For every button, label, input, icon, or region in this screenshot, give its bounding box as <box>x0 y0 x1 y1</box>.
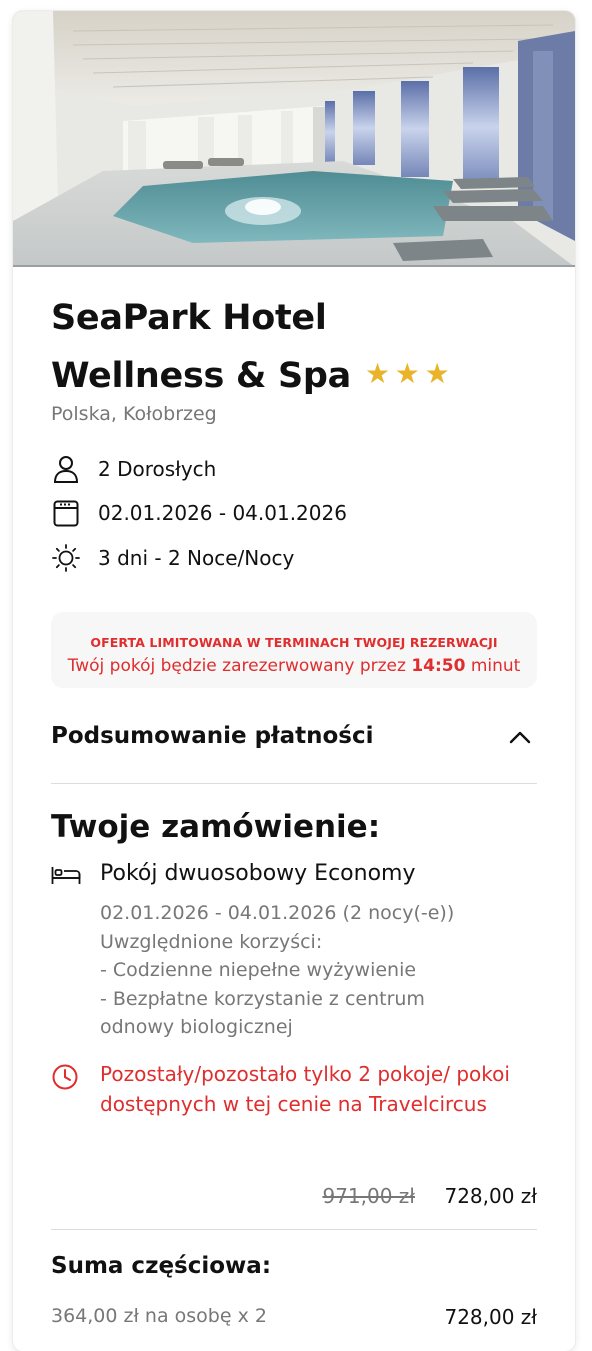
subtotal-amount: 728,00 zł <box>444 1305 537 1329</box>
subtotal-title: Suma częściowa: <box>51 1253 272 1279</box>
payment-summary-toggle[interactable]: Podsumowanie płatności <box>51 713 537 765</box>
benefits-label: Uwzględnione korzyści: <box>100 930 323 953</box>
benefit-item: - Bezpłatne korzystanie z centrum <box>100 987 425 1010</box>
star-icon: ★ <box>424 357 450 390</box>
room-dates: 02.01.2026 - 04.01.2026 (2 nocy(-e)) <box>100 902 455 924</box>
alert-text-before: Twój pokój będzie zarezerwowany przez <box>67 656 412 676</box>
countdown-timer: 14:50 <box>411 656 466 676</box>
alert-countdown-text: Twój pokój będzie zarezerwowany przez 14… <box>51 656 537 676</box>
hotel-photo <box>13 11 575 267</box>
star-rating: ★ ★ ★ <box>365 345 454 399</box>
limited-offer-alert: OFERTA LIMITOWANA W TERMINACH TWOJEJ REZ… <box>51 612 537 688</box>
duration-row: 3 dni - 2 Noce/Nocy <box>51 543 537 573</box>
dates-text: 02.01.2026 - 04.01.2026 <box>98 501 347 525</box>
person-icon <box>51 454 81 484</box>
hotel-name-line-2: Wellness & Spa <box>51 356 351 396</box>
bed-icon <box>51 865 81 885</box>
alert-headline: OFERTA LIMITOWANA W TERMINACH TWOJEJ REZ… <box>90 635 498 650</box>
hotel-summary-card: SeaPark Hotel Wellness & Spa ★ ★ ★ Polska, … <box>13 11 575 1351</box>
old-price: 971,00 zł <box>322 1184 415 1208</box>
star-icon: ★ <box>364 357 390 390</box>
subtotal-row: 364,00 zł na osobę x 2 728,00 zł <box>51 1305 537 1335</box>
dates-row: 02.01.2026 - 04.01.2026 <box>51 498 537 528</box>
alert-text-after: minut <box>465 656 521 676</box>
benefit-item-continued: odnowy biologicznej <box>100 1016 293 1038</box>
room-name: Pokój dwuosobowy Economy <box>100 861 416 886</box>
hotel-name: SeaPark Hotel Wellness & Spa ★ ★ ★ <box>51 291 537 403</box>
star-icon: ★ <box>394 357 420 390</box>
calendar-icon <box>51 498 81 528</box>
new-price: 728,00 zł <box>444 1184 537 1208</box>
availability-warning-text: Pozostały/pozostało tylko 2 pokoje/ poko… <box>100 1062 510 1116</box>
subtotal-per-person: 364,00 zł na osobę x 2 <box>51 1305 267 1327</box>
guests-text: 2 Dorosłych <box>98 457 217 481</box>
chevron-up-icon[interactable] <box>507 725 533 751</box>
divider <box>51 783 537 784</box>
hotel-location: Polska, Kołobrzeg <box>51 403 217 425</box>
room-price-row: 971,00 zł 728,00 zł <box>51 1182 537 1212</box>
divider <box>51 1229 537 1230</box>
payment-summary-title: Podsumowanie płatności <box>51 723 374 749</box>
duration-text: 3 dni - 2 Noce/Nocy <box>98 546 295 570</box>
clock-icon <box>52 1064 78 1090</box>
order-title: Twoje zamówienie: <box>51 809 381 845</box>
room-details: 02.01.2026 - 04.01.2026 (2 nocy(-e)) Uwz… <box>100 899 454 1042</box>
benefit-item: - Codzienne niepełne wyżywienie <box>100 959 417 981</box>
sun-icon <box>51 543 81 573</box>
hotel-name-line-1: SeaPark Hotel <box>51 298 327 338</box>
guests-row: 2 Dorosłych <box>51 454 537 484</box>
